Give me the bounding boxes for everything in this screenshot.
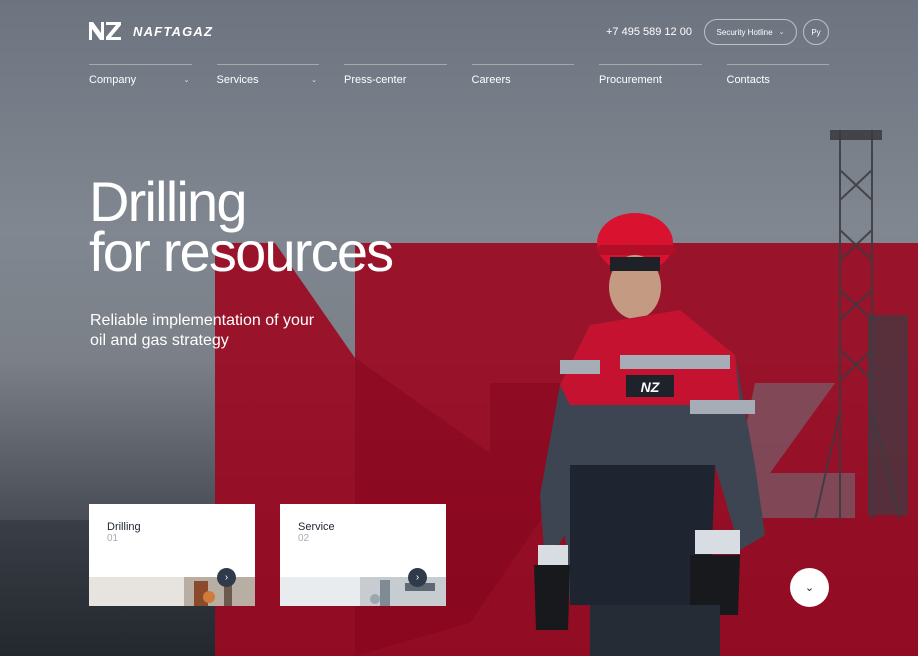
chevron-down-icon: ⌄ — [311, 77, 317, 84]
headline-line-2: for resources — [89, 220, 394, 283]
scroll-down-button[interactable]: ⌄ — [790, 568, 829, 607]
nav-item-label: Press-center — [344, 74, 407, 86]
security-hotline-button[interactable]: Security Hotline ⌄ — [704, 19, 797, 45]
drilling-rig-graphic — [814, 130, 908, 521]
worker-photo: NZ — [534, 213, 765, 656]
nav-item-procurement[interactable]: Procurement — [599, 64, 702, 86]
nav-item-company[interactable]: Company ⌄ — [89, 64, 192, 86]
card-number: 01 — [107, 533, 119, 544]
nav-item-label: Services — [216, 74, 259, 86]
service-card-service[interactable]: Service 02 › — [280, 504, 446, 606]
subline-line-2: oil and gas strategy — [90, 332, 229, 349]
chevron-down-icon: ⌄ — [183, 77, 190, 84]
chevron-right-icon[interactable]: › — [408, 568, 427, 587]
chevron-right-icon[interactable]: › — [217, 568, 236, 587]
card-number: 02 — [298, 533, 310, 544]
phone-number[interactable]: +7 495 589 12 00 — [606, 26, 692, 38]
security-hotline-label: Security Hotline — [716, 27, 773, 37]
jacket-logo-text: NZ — [641, 379, 660, 395]
nav-item-press-center[interactable]: Press-center — [344, 64, 447, 86]
nav-item-label: Careers — [471, 74, 511, 86]
nav-item-careers[interactable]: Careers — [471, 64, 574, 86]
logo-mark-icon — [89, 22, 121, 40]
hero-headline: Drilling for resources — [89, 174, 394, 283]
chevron-down-icon: ⌄ — [804, 582, 815, 594]
service-card-drilling[interactable]: Drilling 01 › — [89, 504, 255, 606]
nav-item-label: Contacts — [726, 74, 770, 86]
nav-item-label: Company — [89, 74, 137, 86]
chevron-down-icon: ⌄ — [778, 29, 785, 36]
nav-item-contacts[interactable]: Contacts — [726, 64, 829, 86]
nav-item-label: Procurement — [599, 74, 662, 86]
subline-line-1: Reliable implementation of your — [90, 312, 315, 329]
card-title: Drilling — [107, 521, 141, 533]
main-nav: Company ⌄ Services ⌄ Press-center Career… — [89, 64, 829, 86]
logo[interactable]: NAFTAGAZ — [89, 22, 213, 40]
logo-text: NAFTAGAZ — [133, 23, 214, 39]
language-switch-button[interactable]: Ру — [803, 19, 829, 45]
card-title: Service — [298, 521, 335, 533]
nav-item-services[interactable]: Services ⌄ — [216, 64, 319, 86]
hero-subline: Reliable implementation of your oil and … — [90, 311, 314, 351]
